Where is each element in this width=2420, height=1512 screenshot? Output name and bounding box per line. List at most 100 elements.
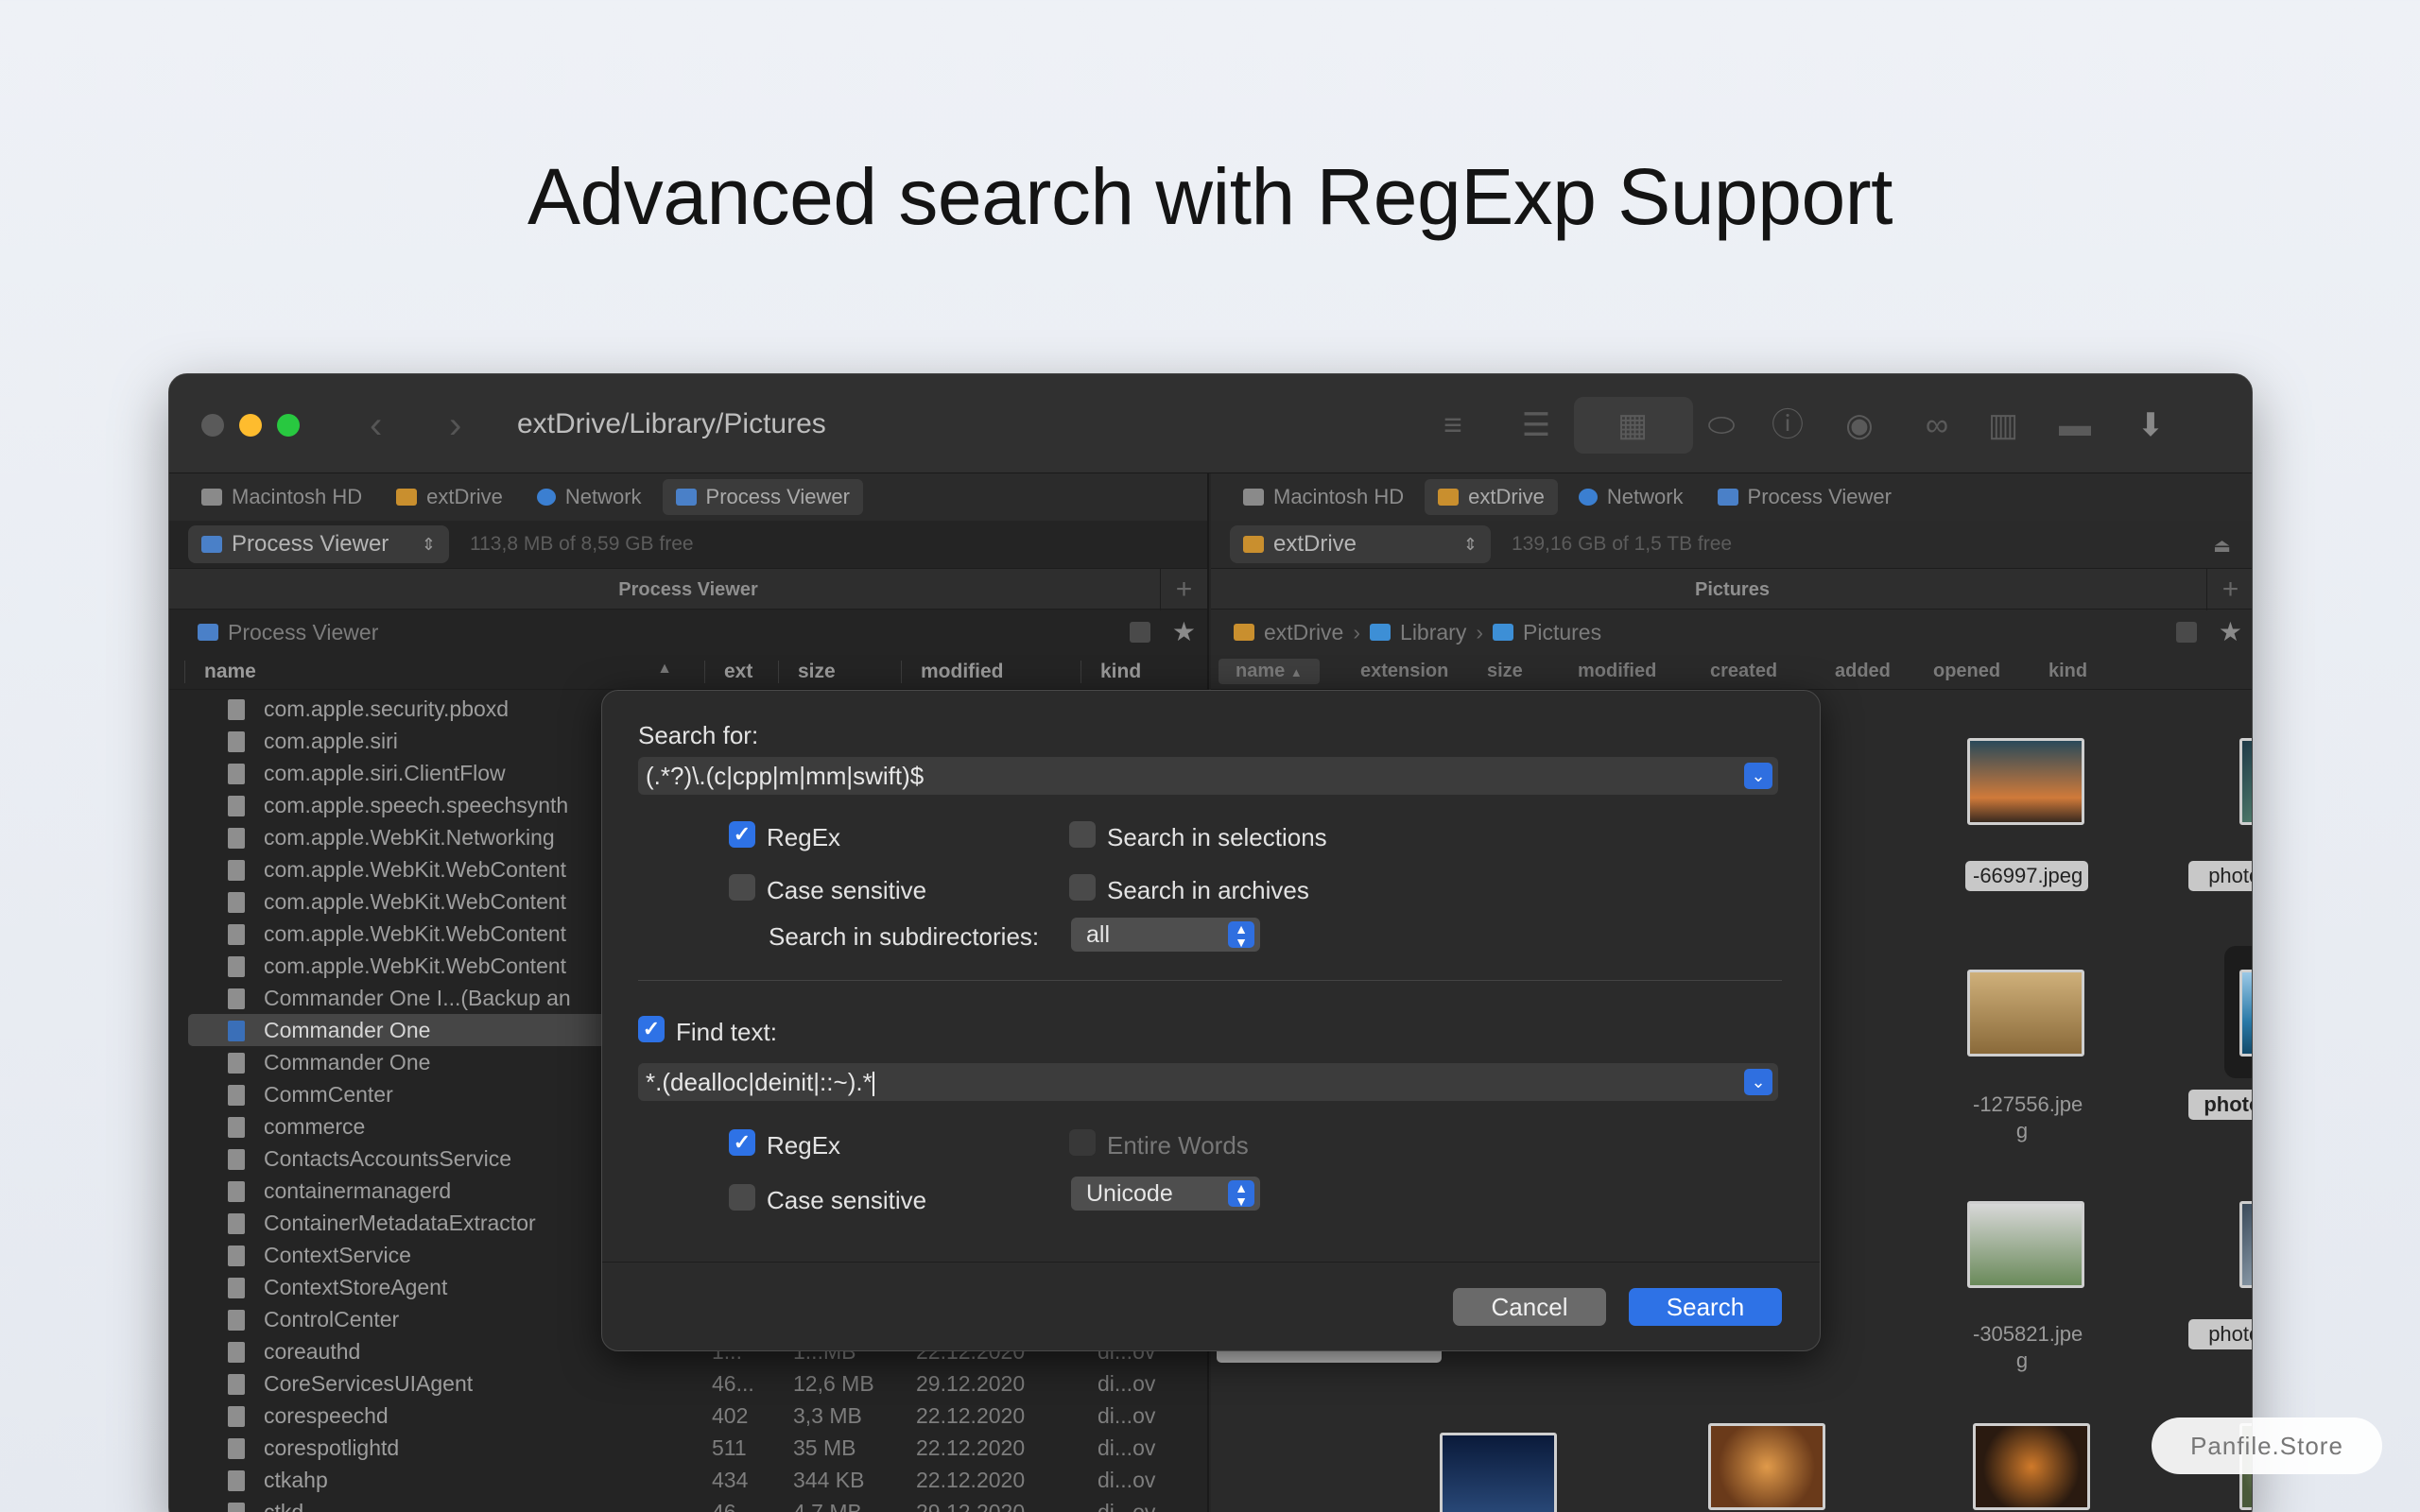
col-added[interactable]: added bbox=[1816, 661, 1910, 682]
tab-network[interactable]: Network bbox=[524, 479, 655, 515]
binoculars-icon[interactable]: ∞ bbox=[1909, 406, 1965, 444]
list-view-icon[interactable]: ≡ bbox=[1432, 406, 1474, 444]
crumb-extdrive[interactable]: extDrive bbox=[1264, 620, 1343, 645]
search-in-selections-checkbox[interactable] bbox=[1069, 821, 1096, 848]
thumbnail-label[interactable]: -305821.jpe g bbox=[1965, 1319, 2083, 1376]
col-size[interactable]: size bbox=[1468, 661, 1542, 682]
thumbnail-image[interactable] bbox=[2239, 738, 2252, 825]
star-icon[interactable]: ★ bbox=[1172, 616, 1196, 647]
file-name: ctkd bbox=[264, 1500, 304, 1512]
zoom-button[interactable] bbox=[277, 414, 300, 437]
file-name: containermanagerd bbox=[264, 1178, 452, 1203]
encoding-select[interactable]: Unicode ▲ ▼ bbox=[1071, 1177, 1260, 1211]
col-name[interactable]: name ▲ bbox=[184, 660, 685, 683]
tab-process-viewer[interactable]: Process Viewer bbox=[1704, 479, 1905, 515]
close-button[interactable] bbox=[201, 414, 224, 437]
tab-network[interactable]: Network bbox=[1565, 479, 1697, 515]
search-input[interactable]: (.*?)\.(c|cpp|m|mm|swift)$ ⌄ bbox=[638, 757, 1778, 795]
file-icon bbox=[228, 1246, 245, 1266]
cancel-button[interactable]: Cancel bbox=[1453, 1288, 1606, 1326]
case-sensitive-checkbox[interactable] bbox=[729, 874, 755, 901]
col-name[interactable]: name ▲ bbox=[1219, 659, 1320, 684]
thumbnail-image[interactable] bbox=[1708, 1423, 1825, 1510]
thumbnail-image[interactable] bbox=[1967, 738, 2084, 825]
search-in-archives-checkbox[interactable] bbox=[1069, 874, 1096, 901]
thumbnail-image[interactable] bbox=[2239, 1201, 2252, 1288]
window-path: extDrive/Library/Pictures bbox=[517, 408, 826, 439]
thumbnail-image[interactable] bbox=[1440, 1433, 1557, 1512]
drive-selector[interactable]: extDrive ⇕ bbox=[1230, 525, 1491, 563]
col-opened[interactable]: opened bbox=[1914, 661, 2019, 682]
breadcrumb: extDrive › Library › Pictures ★ bbox=[1211, 610, 2252, 654]
minimize-button[interactable] bbox=[239, 414, 262, 437]
find-text-input[interactable]: *.(dealloc|deinit|::~).* ⌄ bbox=[638, 1063, 1778, 1101]
col-created[interactable]: created bbox=[1691, 661, 1796, 682]
chevron-down-icon[interactable]: ⌄ bbox=[1744, 1069, 1772, 1095]
chevron-down-icon[interactable]: ⌄ bbox=[1744, 763, 1772, 789]
list-item[interactable]: CoreServicesUIAgent 46... 12,6 MB 29.12.202… bbox=[169, 1367, 1207, 1400]
regex-checkbox[interactable]: ✓ bbox=[729, 821, 755, 848]
cell-modified: 29.12.2020 bbox=[916, 1500, 1026, 1512]
thumbnail-label[interactable]: photo-219837.jpe g bbox=[2188, 1090, 2252, 1120]
list-item[interactable]: corespeechd 402 3,3 MB 22.12.2020 di...ov bbox=[169, 1400, 1207, 1432]
toggle-hidden-icon[interactable]: ⬭ bbox=[1693, 406, 1750, 444]
list-item[interactable]: ctkd 46... 4,7 MB 29.12.2020 di...ov bbox=[169, 1496, 1207, 1512]
add-tab-icon[interactable]: + bbox=[1160, 569, 1207, 610]
thumbnail-label[interactable]: -127556.jpe g bbox=[1965, 1090, 2083, 1146]
tab-process-viewer[interactable]: Process Viewer bbox=[662, 479, 863, 515]
tab-extdrive[interactable]: extDrive bbox=[383, 479, 516, 515]
col-kind[interactable]: kind bbox=[1080, 660, 1194, 683]
col-size[interactable]: size bbox=[778, 660, 901, 683]
find-text-checkbox[interactable]: ✓ bbox=[638, 1016, 665, 1042]
col-modified[interactable]: modified bbox=[1559, 661, 1675, 682]
file-icon bbox=[228, 796, 245, 816]
tab-macintosh-hd[interactable]: Macintosh HD bbox=[1230, 479, 1417, 515]
search-button[interactable]: Search bbox=[1629, 1288, 1782, 1326]
thumbnail-image[interactable] bbox=[2239, 970, 2252, 1057]
square-icon[interactable] bbox=[1130, 622, 1150, 643]
file-name: com.apple.WebKit.WebContent bbox=[264, 889, 567, 914]
add-tab-icon[interactable]: + bbox=[2206, 569, 2252, 610]
thumbnail-label[interactable]: -66997.jpeg bbox=[1965, 861, 2088, 891]
crumb-library[interactable]: Library bbox=[1400, 620, 1466, 645]
detail-view-icon[interactable]: ☰ bbox=[1515, 406, 1557, 444]
subdirectories-select[interactable]: all ▲ ▼ bbox=[1071, 918, 1260, 952]
col-ext[interactable]: ext bbox=[704, 660, 778, 683]
two-panes-icon[interactable]: ▥ bbox=[1982, 406, 2024, 444]
regex-checkbox[interactable]: ✓ bbox=[729, 1129, 755, 1156]
thumbnail-image[interactable] bbox=[1973, 1423, 2090, 1510]
col-modified[interactable]: modified bbox=[901, 660, 1080, 683]
crumb-pictures[interactable]: Pictures bbox=[1523, 620, 1601, 645]
file-icon bbox=[228, 1470, 245, 1491]
file-icon bbox=[228, 1406, 245, 1427]
col-kind[interactable]: kind bbox=[2030, 661, 2106, 682]
folder-icon[interactable]: ▬ bbox=[2054, 406, 2096, 444]
file-name: Commander One bbox=[264, 1018, 431, 1042]
left-drive-bar: Process Viewer ⇕ 113,8 MB of 8,59 GB free bbox=[169, 521, 1207, 568]
list-item[interactable]: corespotlightd 511 35 MB 22.12.2020 di...ov bbox=[169, 1432, 1207, 1464]
back-icon[interactable]: ‹ bbox=[370, 404, 382, 447]
eject-icon[interactable]: ⏏ bbox=[2213, 534, 2231, 558]
thumbnail-label[interactable]: photo-101569.jpe g bbox=[2188, 861, 2252, 891]
pane-title: Pictures + bbox=[1211, 568, 2252, 610]
thumbnail-image[interactable] bbox=[1967, 1201, 2084, 1288]
col-extension[interactable]: extension bbox=[1341, 661, 1467, 682]
thumbnail-label[interactable]: photo-312105.jpe g bbox=[2188, 1319, 2252, 1349]
list-item[interactable]: ctkahp 434 344 KB 22.12.2020 di...ov bbox=[169, 1464, 1207, 1496]
file-icon bbox=[228, 1278, 245, 1298]
drive-selector[interactable]: Process Viewer ⇕ bbox=[188, 525, 449, 563]
disk-icon bbox=[201, 489, 222, 506]
thumbnail-image[interactable] bbox=[1967, 970, 2084, 1057]
star-icon[interactable]: ★ bbox=[2219, 616, 2242, 647]
download-icon[interactable]: ⬇ bbox=[2130, 406, 2171, 444]
info-icon[interactable]: ⓘ bbox=[1767, 406, 1808, 444]
file-icon bbox=[228, 860, 245, 881]
case-sensitive-checkbox[interactable] bbox=[729, 1184, 755, 1211]
grid-view-button[interactable]: ▦ bbox=[1574, 397, 1693, 454]
tab-extdrive[interactable]: extDrive bbox=[1425, 479, 1558, 515]
forward-icon[interactable]: › bbox=[449, 404, 461, 447]
preview-eye-icon[interactable]: ◉ bbox=[1839, 406, 1880, 444]
entire-words-checkbox[interactable] bbox=[1069, 1129, 1096, 1156]
square-icon[interactable] bbox=[2176, 622, 2197, 643]
tab-macintosh-hd[interactable]: Macintosh HD bbox=[188, 479, 375, 515]
